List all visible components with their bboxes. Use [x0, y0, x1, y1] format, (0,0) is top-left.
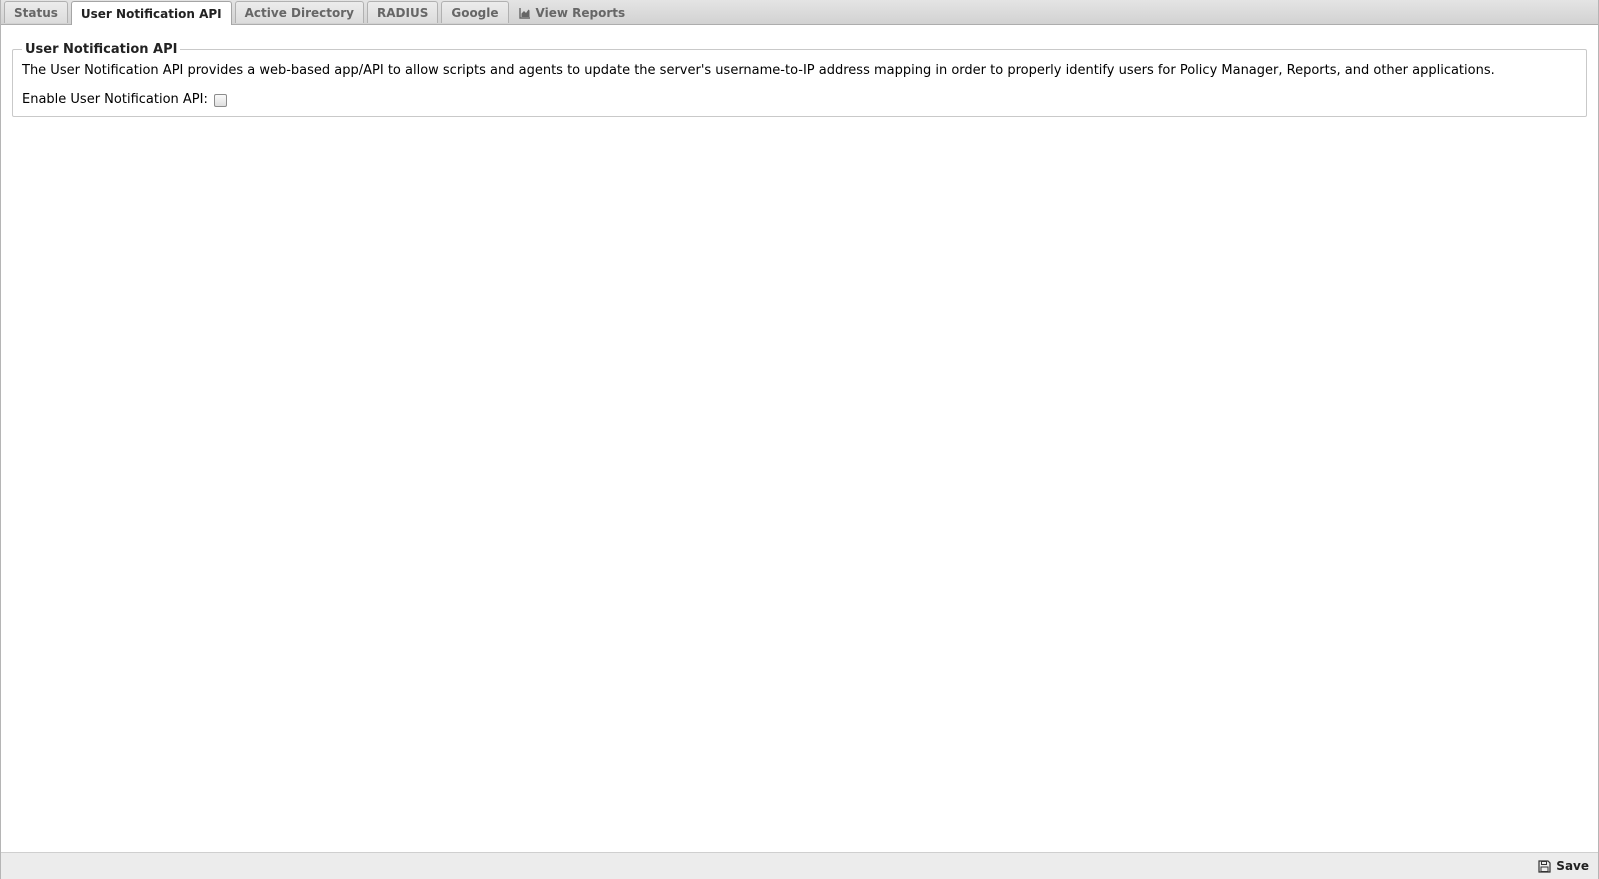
area-chart-icon [518, 7, 531, 19]
app-window: Status User Notification API Active Dire… [0, 0, 1599, 879]
enable-label: Enable User Notification API: [22, 91, 208, 107]
tab-label: Active Directory [244, 5, 354, 20]
tab-status[interactable]: Status [4, 1, 68, 23]
tab-label: User Notification API [80, 6, 222, 21]
save-label: Save [1556, 859, 1589, 873]
tab-radius[interactable]: RADIUS [367, 1, 439, 23]
tab-label: Status [14, 5, 58, 20]
user-notification-api-section: User Notification API The User Notificat… [12, 42, 1587, 117]
section-title: User Notification API [25, 42, 178, 57]
tab-label: View Reports [535, 5, 626, 20]
tab-active-directory[interactable]: Active Directory [234, 1, 364, 23]
main-content: User Notification API The User Notificat… [12, 25, 1587, 117]
footer-toolbar: Save [1, 852, 1598, 879]
section-description: The User Notification API provides a web… [22, 63, 1495, 78]
save-button[interactable]: Save [1538, 857, 1589, 875]
tab-label: RADIUS [377, 5, 429, 20]
tab-google[interactable]: Google [441, 1, 509, 23]
floppy-disk-icon [1538, 859, 1551, 873]
enable-row: Enable User Notification API: [22, 90, 1577, 108]
tab-view-reports[interactable]: View Reports [512, 1, 636, 23]
enable-user-notification-api-checkbox[interactable] [214, 93, 227, 107]
tab-bar: Status User Notification API Active Dire… [1, 0, 1598, 25]
tab-user-notification-api[interactable]: User Notification API [70, 1, 232, 25]
tab-label: Google [451, 5, 499, 20]
tabs: Status User Notification API Active Dire… [4, 1, 638, 25]
